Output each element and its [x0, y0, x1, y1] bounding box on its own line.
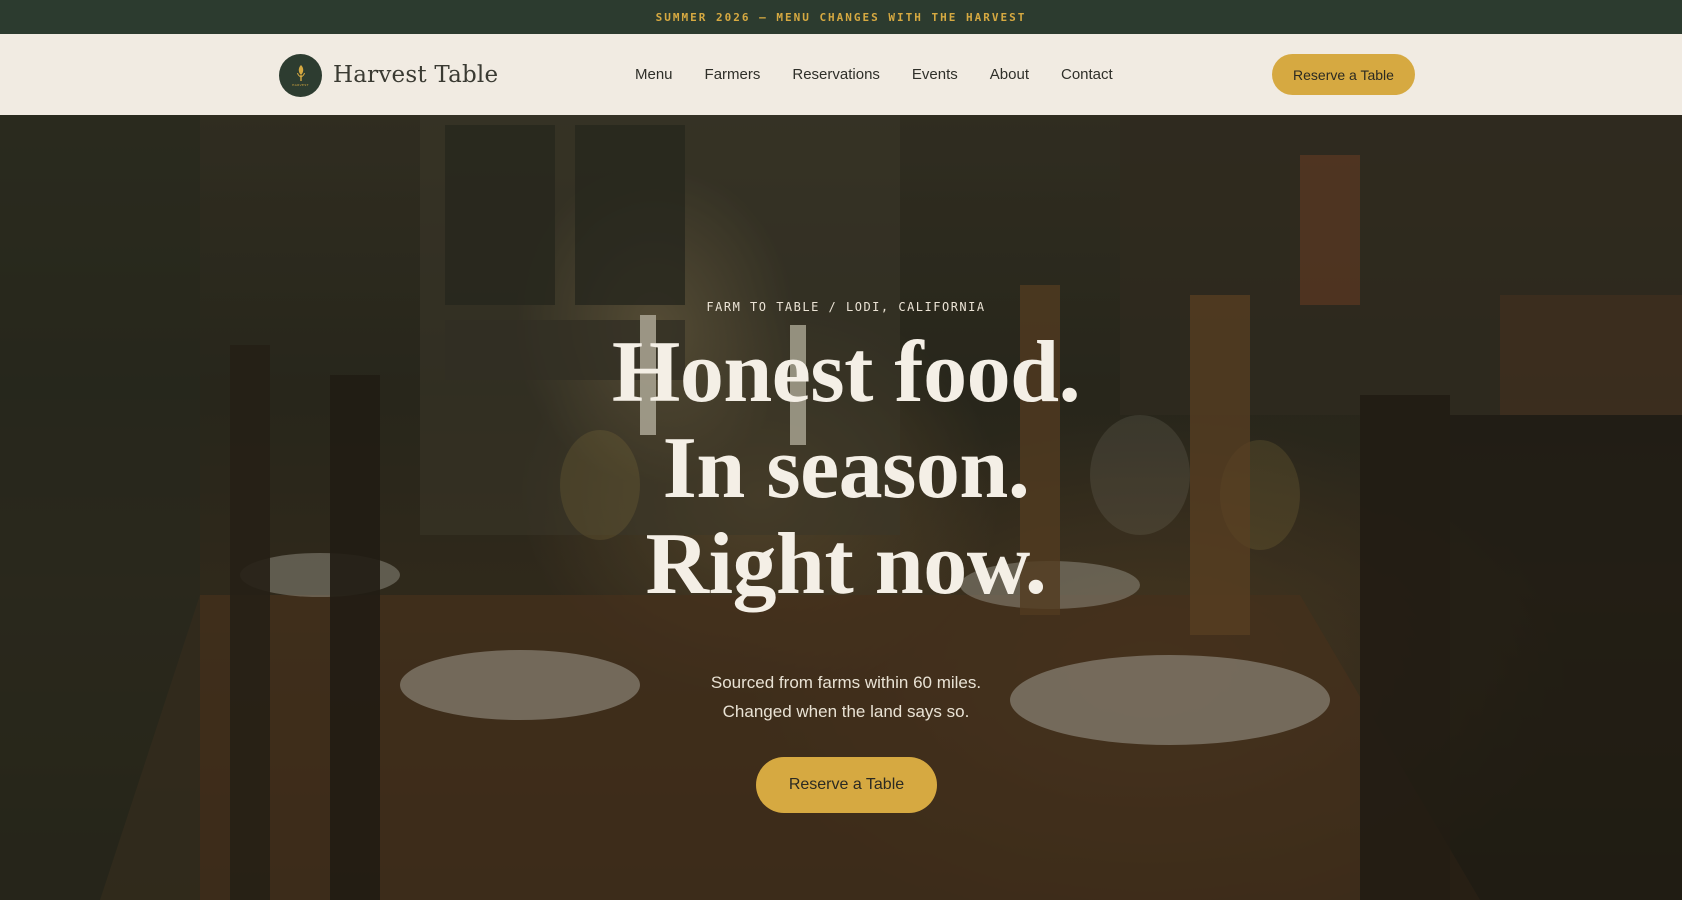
- hero-reserve-button[interactable]: Reserve a Table: [756, 757, 937, 813]
- announcement-bar: SUMMER 2026 — MENU CHANGES WITH THE HARV…: [0, 0, 1682, 34]
- hero-section: FARM TO TABLE / LODI, CALIFORNIA Honest …: [0, 115, 1682, 900]
- hero-subcopy: Sourced from farms within 60 miles. Chan…: [0, 668, 1682, 726]
- wheat-icon: [296, 65, 305, 81]
- brand-logo: HARVEST: [279, 53, 322, 97]
- brand-home-link[interactable]: HARVEST Harvest Table: [279, 53, 498, 97]
- headline-line-3: Right now.: [645, 516, 1047, 613]
- hero-eyebrow: FARM TO TABLE / LODI, CALIFORNIA: [706, 300, 986, 314]
- nav-link-contact[interactable]: Contact: [1061, 66, 1113, 83]
- site-header: HARVEST Harvest Table Menu Farmers Reser…: [0, 34, 1682, 115]
- subcopy-line-2: Changed when the land says so.: [722, 702, 970, 721]
- nav-link-menu[interactable]: Menu: [635, 66, 673, 83]
- main-nav: Menu Farmers Reservations Events About C…: [635, 34, 1113, 115]
- subcopy-line-1: Sourced from farms within 60 miles.: [710, 673, 982, 692]
- hero-headline: Honest food. In season. Right now.: [0, 325, 1682, 613]
- headline-line-1: Honest food.: [611, 324, 1081, 421]
- brand-name: Harvest Table: [333, 62, 499, 88]
- nav-link-events[interactable]: Events: [912, 66, 958, 83]
- headline-line-2: In season.: [662, 420, 1030, 517]
- nav-link-farmers[interactable]: Farmers: [705, 66, 761, 83]
- logo-small-text: HARVEST: [292, 83, 309, 87]
- nav-link-reservations[interactable]: Reservations: [792, 66, 880, 83]
- nav-link-about[interactable]: About: [990, 66, 1029, 83]
- header-reserve-button[interactable]: Reserve a Table: [1272, 54, 1415, 95]
- announcement-text: SUMMER 2026 — MENU CHANGES WITH THE HARV…: [655, 10, 1027, 24]
